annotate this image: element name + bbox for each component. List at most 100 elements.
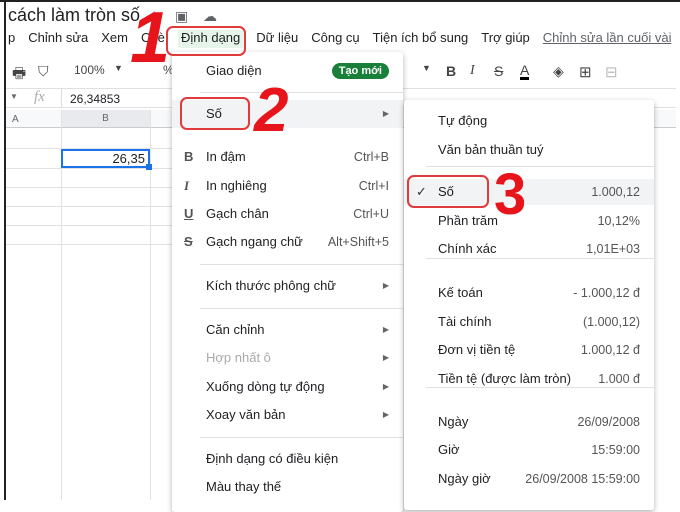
menu-help[interactable]: Trợ giúp xyxy=(481,30,530,48)
number-format-item[interactable]: Ngày 26/09/2008 xyxy=(404,409,654,435)
menu-help-partial[interactable]: p xyxy=(8,30,15,48)
shortcut: Ctrl+B xyxy=(353,150,389,164)
label: Gạch chân xyxy=(206,206,269,221)
format-example: 1.000,12 đ xyxy=(580,343,640,357)
doc-title[interactable]: cách làm tròn số xyxy=(8,5,140,26)
selected-cell-b2[interactable]: 26,35 xyxy=(61,149,152,170)
menu-item-italic[interactable]: I In nghiêng Ctrl+I xyxy=(172,173,403,199)
number-format-item[interactable]: Tự động xyxy=(404,108,654,134)
submenu-arrow-icon: ▶ xyxy=(382,410,389,419)
text-color-icon[interactable]: A xyxy=(520,63,530,80)
label: Gạch ngang chữ xyxy=(206,234,303,249)
submenu-arrow-icon: ▶ xyxy=(382,281,389,290)
folder-move-icon[interactable]: ▣ xyxy=(175,8,188,25)
submenu-arrow-icon: ▶ xyxy=(382,109,389,118)
label: Ngày giờ xyxy=(438,471,491,486)
border xyxy=(4,0,6,500)
print-icon[interactable]: 🖶 xyxy=(12,63,26,88)
label: Kế toán xyxy=(438,285,483,300)
label: Kích thước phông chữ xyxy=(206,278,336,293)
underline-icon: U xyxy=(184,206,194,221)
label: Giờ xyxy=(438,442,460,457)
bold-icon: B xyxy=(184,149,194,164)
number-format-item[interactable]: Tiền tệ (được làm tròn) 1.000 đ xyxy=(404,366,654,392)
label: Xoay văn bản xyxy=(206,407,286,422)
menu-item-rotate[interactable]: Xoay văn bản ▶ xyxy=(172,402,403,428)
strikethrough-icon[interactable]: S xyxy=(494,63,503,79)
label: Tài chính xyxy=(438,314,492,329)
number-format-item[interactable]: Đơn vị tiền tệ 1.000,12 đ xyxy=(404,337,654,363)
label: Đơn vị tiền tệ xyxy=(438,342,516,357)
menu-edit[interactable]: Chỉnh sửa xyxy=(28,30,88,48)
separator xyxy=(426,166,654,167)
format-example: 1.000,12 xyxy=(591,185,640,199)
fill-color-icon[interactable]: ◈ xyxy=(553,63,564,80)
italic-icon[interactable]: I xyxy=(470,63,475,79)
menu-view[interactable]: Xem xyxy=(101,30,128,48)
borders-icon[interactable]: ⊞ xyxy=(579,63,592,81)
label: Phần trăm xyxy=(438,213,498,228)
annotation-box xyxy=(180,97,250,130)
label: Tự động xyxy=(438,113,488,128)
bold-icon[interactable]: B xyxy=(446,63,456,79)
chevron-down-icon[interactable]: ▼ xyxy=(10,92,18,101)
menu-item-strikethrough[interactable]: S Gạch ngang chữ Alt+Shift+5 xyxy=(172,229,403,255)
annotation-number: 2 xyxy=(254,76,289,145)
paint-format-icon[interactable]: ⛉ xyxy=(38,63,49,80)
number-format-item[interactable]: Tài chính (1.000,12) xyxy=(404,309,654,335)
menu-item-alternating-colors[interactable]: Màu thay thế xyxy=(172,474,403,500)
format-example: (1.000,12) xyxy=(583,315,640,329)
fill-handle[interactable] xyxy=(146,164,152,170)
label: Định dạng có điều kiện xyxy=(206,451,339,466)
grid-line xyxy=(6,187,176,188)
label: Tiền tệ (được làm tròn) xyxy=(438,371,572,386)
menu-tools[interactable]: Công cụ xyxy=(311,30,359,48)
menu-data[interactable]: Dữ liệu xyxy=(256,30,298,48)
menu-item-merge: Hợp nhất ô ▶ xyxy=(172,345,403,371)
new-badge: Tạo mới xyxy=(331,63,389,79)
label: Hợp nhất ô xyxy=(206,350,271,365)
strikethrough-icon: S xyxy=(184,234,193,249)
number-format-item[interactable]: Kế toán - 1.000,12 đ xyxy=(404,280,654,306)
merge-cells-icon[interactable]: ⊟ xyxy=(605,63,618,81)
number-format-item[interactable]: Ngày giờ 26/09/2008 15:59:00 xyxy=(404,466,654,492)
number-format-item[interactable]: Chính xác 1,01E+03 xyxy=(404,236,654,262)
menu-item-conditional-format[interactable]: Định dạng có điều kiện xyxy=(172,446,403,472)
label: Màu thay thế xyxy=(206,479,282,494)
cloud-status-icon[interactable]: ☁ xyxy=(203,8,217,25)
column-a[interactable]: A xyxy=(12,114,19,125)
menu-item-underline[interactable]: U Gạch chân Ctrl+U xyxy=(172,201,403,227)
border xyxy=(0,0,680,2)
grid-line xyxy=(6,225,176,226)
menu-item-wrap[interactable]: Xuống dòng tự động ▶ xyxy=(172,374,403,400)
zoom-select[interactable]: 100% xyxy=(74,63,105,77)
label: Căn chỉnh xyxy=(206,322,265,337)
separator xyxy=(200,92,403,93)
formula-input[interactable]: 26,34853 xyxy=(70,92,120,106)
fx-icon: fx xyxy=(34,89,45,105)
format-example: - 1.000,12 đ xyxy=(573,286,640,300)
format-example: 1.000 đ xyxy=(598,372,640,386)
submenu-arrow-icon: ▶ xyxy=(382,382,389,391)
menu-item-bold[interactable]: B In đậm Ctrl+B xyxy=(172,144,403,170)
label: In đậm xyxy=(206,149,246,164)
menu-item-align[interactable]: Căn chỉnh ▶ xyxy=(172,317,403,343)
grid-line xyxy=(6,244,176,245)
shortcut: Alt+Shift+5 xyxy=(327,235,389,249)
chevron-down-icon[interactable]: ▼ xyxy=(114,63,123,73)
shortcut: Ctrl+I xyxy=(358,179,389,193)
column-b[interactable]: B xyxy=(61,110,150,127)
submenu-arrow-icon: ▶ xyxy=(382,353,389,362)
label: Văn bản thuần tuý xyxy=(438,142,544,157)
separator xyxy=(200,264,403,265)
menu-item-font-size[interactable]: Kích thước phông chữ ▶ xyxy=(172,273,403,299)
number-format-item[interactable]: Văn bản thuần tuý xyxy=(404,137,654,163)
label: Xuống dòng tự động xyxy=(206,379,325,394)
divider xyxy=(61,89,62,107)
label: Chính xác xyxy=(438,241,497,256)
last-edit-link[interactable]: Chỉnh sửa lần cuối vài xyxy=(543,30,672,48)
number-format-item[interactable]: Giờ 15:59:00 xyxy=(404,437,654,463)
chevron-down-icon[interactable]: ▼ xyxy=(422,63,431,73)
number-format-item[interactable]: Phần trăm 10,12% xyxy=(404,208,654,234)
menu-addons[interactable]: Tiện ích bổ sung xyxy=(373,30,469,48)
